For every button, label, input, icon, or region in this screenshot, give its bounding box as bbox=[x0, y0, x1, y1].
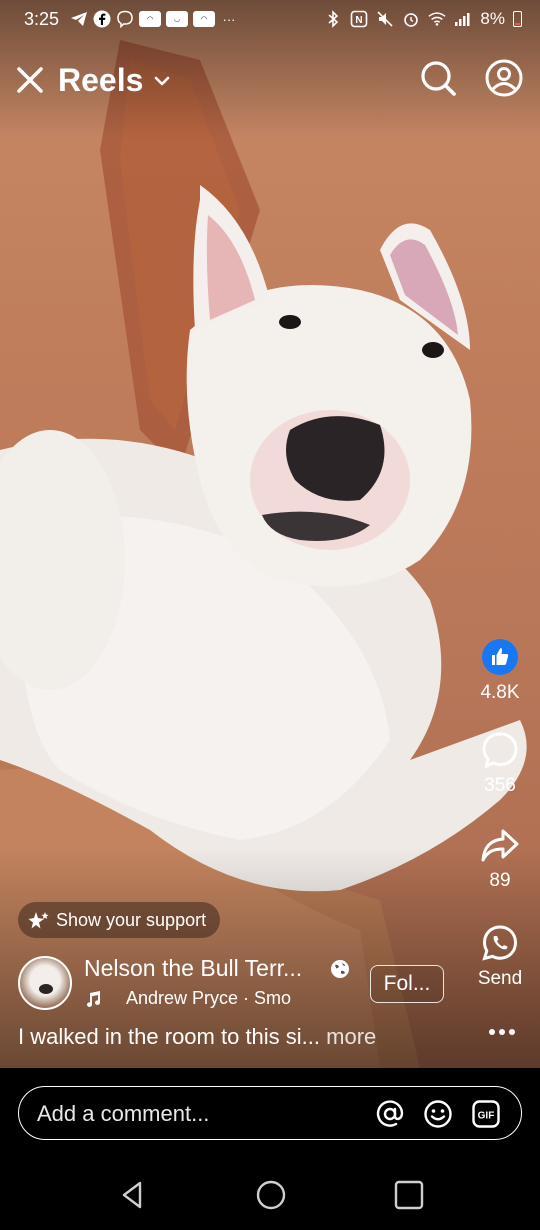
reels-dropdown[interactable]: Reels bbox=[58, 62, 171, 99]
whatsapp-icon bbox=[482, 925, 518, 961]
more-icon: ··· bbox=[222, 11, 236, 27]
comment-bar: Add a comment... GIF bbox=[0, 1068, 540, 1160]
stars-icon bbox=[28, 912, 49, 929]
signal-icon bbox=[454, 10, 472, 28]
profile-button[interactable] bbox=[484, 58, 524, 98]
music-note-icon bbox=[87, 990, 101, 1007]
like-icon bbox=[482, 639, 518, 675]
svg-text:N: N bbox=[356, 15, 363, 26]
temu-icon: ◠ bbox=[139, 11, 161, 27]
recents-icon[interactable] bbox=[392, 1178, 426, 1212]
comment-count: 356 bbox=[484, 775, 516, 796]
bluetooth-icon bbox=[324, 10, 342, 28]
notification-icons: ◠ ◡ ◠ ··· bbox=[70, 10, 238, 28]
profile-icon bbox=[485, 59, 523, 97]
status-bar: 3:25 ◠ ◡ ◠ ··· N 8% bbox=[0, 0, 540, 40]
globe-icon bbox=[331, 960, 349, 978]
svg-text:GIF: GIF bbox=[478, 1111, 495, 1122]
mute-icon bbox=[376, 10, 394, 28]
send-button[interactable]: Send bbox=[474, 924, 526, 990]
audio-text: Andrew Pryce · Smo bbox=[126, 988, 292, 1008]
mention-icon[interactable] bbox=[375, 1099, 405, 1129]
more-options-icon[interactable] bbox=[484, 1022, 520, 1042]
chevron-down-icon bbox=[155, 76, 170, 85]
search-button[interactable] bbox=[418, 58, 458, 98]
facebook-icon bbox=[93, 10, 111, 28]
show-support-label: Show your support bbox=[56, 909, 207, 930]
post-caption[interactable]: I walked in the room to this si... more bbox=[18, 1024, 376, 1050]
telegram-icon bbox=[70, 10, 88, 28]
search-icon bbox=[421, 61, 456, 96]
comment-icon bbox=[482, 732, 518, 769]
close-button[interactable] bbox=[14, 64, 46, 96]
gif-icon[interactable]: GIF bbox=[471, 1099, 501, 1129]
avatar-dog-nose bbox=[39, 984, 53, 994]
comment-placeholder: Add a comment... bbox=[37, 1101, 210, 1126]
back-icon[interactable] bbox=[116, 1178, 150, 1212]
share-icon bbox=[481, 829, 519, 862]
nfc-icon: N bbox=[350, 10, 368, 28]
share-button[interactable]: 89 bbox=[474, 828, 526, 892]
close-icon bbox=[17, 67, 43, 93]
share-count: 89 bbox=[489, 870, 511, 891]
battery-percent: 8% bbox=[480, 9, 505, 28]
status-time: 3:25 bbox=[24, 9, 60, 29]
show-support-button[interactable]: Show your support bbox=[18, 902, 221, 938]
page-name[interactable]: Nelson the Bull Terr... bbox=[84, 955, 324, 982]
viber-icon bbox=[116, 10, 134, 28]
emoji-icon[interactable] bbox=[423, 1099, 453, 1129]
follow-button[interactable]: Fol... bbox=[370, 965, 444, 1003]
reels-header: Reels bbox=[0, 52, 540, 112]
home-icon[interactable] bbox=[254, 1178, 288, 1212]
caption-more-link[interactable]: more bbox=[326, 1024, 376, 1049]
audio-attribution[interactable]: Andrew Pryce · Smo bbox=[84, 988, 320, 1009]
battery-icon bbox=[513, 11, 522, 27]
caption-text: I walked in the room to this si... bbox=[18, 1024, 321, 1049]
comment-button[interactable]: 356 bbox=[474, 731, 526, 797]
like-button[interactable]: 4.8K bbox=[474, 638, 526, 704]
wifi-icon bbox=[428, 10, 446, 28]
system-nav-bar bbox=[0, 1160, 540, 1230]
send-label: Send bbox=[477, 968, 523, 989]
temu-icon: ◠ bbox=[193, 11, 215, 27]
alarm-icon bbox=[402, 10, 420, 28]
like-count: 4.8K bbox=[480, 682, 520, 703]
system-icons: N 8% bbox=[324, 9, 522, 29]
avatar[interactable] bbox=[18, 956, 72, 1010]
temu-icon: ◡ bbox=[166, 11, 188, 27]
comment-input[interactable]: Add a comment... GIF bbox=[18, 1086, 522, 1140]
page-title: Reels bbox=[58, 62, 144, 98]
